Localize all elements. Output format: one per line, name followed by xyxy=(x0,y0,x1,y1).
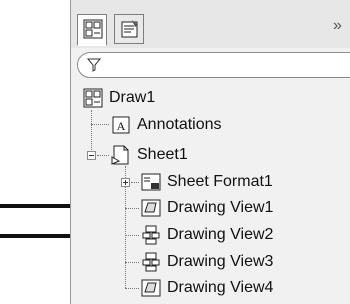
tab-bar: » xyxy=(71,0,350,48)
tree-node-label: Draw1 xyxy=(109,89,156,106)
svg-text:A: A xyxy=(117,119,126,133)
tree-node-root[interactable]: Draw1 xyxy=(83,87,155,109)
tree-node-label: Drawing View3 xyxy=(167,253,274,270)
drawing-icon xyxy=(83,88,103,108)
drawing-view-icon xyxy=(141,199,161,217)
filter-icon xyxy=(86,58,102,72)
tree-node-label: Annotations xyxy=(137,116,222,133)
tree-node-label: Sheet1 xyxy=(137,146,188,163)
tree-node-label: Sheet Format1 xyxy=(167,173,273,190)
property-manager-tab[interactable] xyxy=(114,14,144,44)
tree-node-label: Drawing View4 xyxy=(167,279,274,296)
tree-node-annotations[interactable]: A Annotations xyxy=(111,114,222,136)
tree-node-label: Drawing View2 xyxy=(167,226,274,243)
tree-node-drawing-view-1[interactable]: Drawing View1 xyxy=(141,197,273,219)
tree-node-label: Drawing View1 xyxy=(167,199,274,216)
sheet-format-icon xyxy=(141,173,161,191)
feature-manager-tab[interactable] xyxy=(77,14,107,46)
sheet-icon xyxy=(111,145,129,165)
tree-node-drawing-view-4[interactable]: Drawing View4 xyxy=(141,277,273,299)
feature-manager-panel: » Draw1 A Annotations Sheet1 Sheet Forma… xyxy=(70,0,350,304)
sheet-collapse-toggle[interactable] xyxy=(87,151,96,160)
annotation-icon: A xyxy=(112,116,130,134)
section-view-icon xyxy=(142,225,160,245)
tree-node-drawing-view-3[interactable]: Drawing View3 xyxy=(141,251,273,273)
feature-tree-icon xyxy=(83,19,103,39)
filter-input[interactable] xyxy=(77,52,350,78)
sheet-format-expand-toggle[interactable] xyxy=(121,178,130,187)
tree-node-sheet-format[interactable]: Sheet Format1 xyxy=(141,171,273,193)
drawing-view-icon xyxy=(141,279,161,297)
property-icon xyxy=(121,20,138,38)
tree-node-drawing-view-2[interactable]: Drawing View2 xyxy=(141,224,273,246)
section-view-icon xyxy=(142,252,160,272)
more-tabs-button[interactable]: » xyxy=(333,17,342,35)
tree-node-sheet[interactable]: Sheet1 xyxy=(111,144,188,166)
